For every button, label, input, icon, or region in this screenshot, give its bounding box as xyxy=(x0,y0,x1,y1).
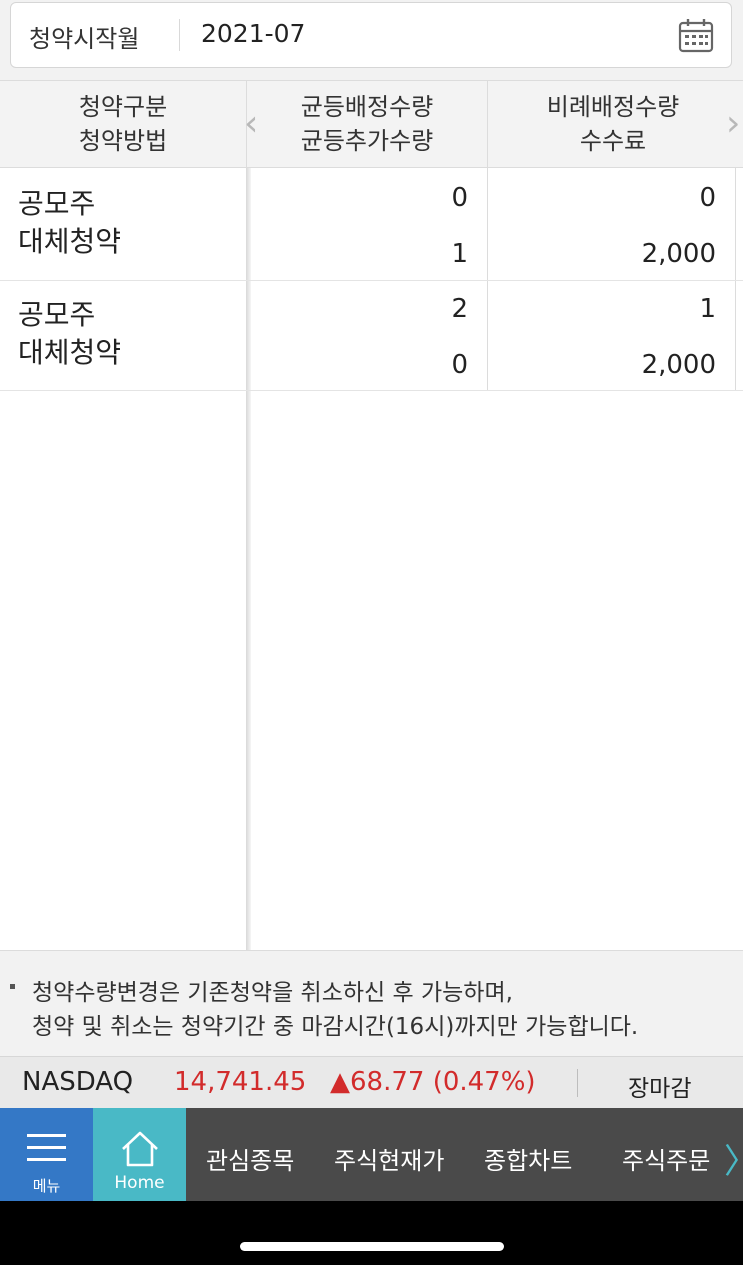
row-type: 공모주 xyxy=(18,298,96,331)
header-label: 청약구분 xyxy=(78,93,168,121)
nav-chart[interactable]: 종합차트 xyxy=(484,1141,572,1176)
divider xyxy=(179,19,180,51)
header-type-method: 청약구분 청약방법 xyxy=(0,81,246,167)
fee-value: 2,000 xyxy=(641,350,716,380)
frozen-column xyxy=(0,168,246,950)
market-status: 장마감 xyxy=(628,1076,692,1102)
equal-extra-value: 0 xyxy=(451,350,468,380)
header-label: 수수료 xyxy=(579,127,647,155)
menu-label: 메뉴 xyxy=(32,1177,61,1195)
month-selector[interactable]: 청약시작월 2021-07 xyxy=(10,2,732,68)
header-label: 균등배정수량 xyxy=(300,93,434,121)
row-divider xyxy=(0,280,743,281)
home-icon xyxy=(122,1131,158,1167)
table-header: 청약구분 청약방법 ‹ 균등배정수량 균등추가수량 비례배정수량 수수료 › xyxy=(0,80,743,168)
divider xyxy=(577,1069,578,1097)
header-prop-alloc: 비례배정수량 수수료 xyxy=(488,81,738,167)
equal-alloc-value: 0 xyxy=(451,183,468,213)
prop-alloc-value: 1 xyxy=(699,294,716,324)
hamburger-icon xyxy=(27,1134,66,1161)
month-value: 2021-07 xyxy=(201,19,306,48)
nav-current-price[interactable]: 주식현재가 xyxy=(334,1141,444,1176)
row-type: 공모주 xyxy=(18,187,96,220)
column-divider xyxy=(487,168,488,390)
index-change: ▲68.77 (0.47%) xyxy=(330,1067,536,1097)
month-label: 청약시작월 xyxy=(29,25,140,53)
filter-bar: 청약시작월 2021-07 xyxy=(0,0,743,80)
notice-line: 청약수량변경은 기존청약을 취소하신 후 가능하며, xyxy=(32,980,513,1006)
calendar-icon[interactable] xyxy=(677,17,715,55)
notice-line: 청약 및 취소는 청약기간 중 마감시간(16시)까지만 가능합니다. xyxy=(32,1014,639,1040)
column-divider xyxy=(735,168,736,390)
chevron-right-icon[interactable]: 〉 xyxy=(724,1134,743,1183)
frozen-column-shadow xyxy=(246,168,251,950)
header-equal-alloc: 균등배정수량 균등추가수량 xyxy=(248,81,486,167)
home-label: Home xyxy=(114,1173,165,1193)
header-label: 비례배정수량 xyxy=(546,93,680,121)
equal-extra-value: 1 xyxy=(451,239,468,269)
bullet-icon xyxy=(10,984,15,989)
notice-box: 청약수량변경은 기존청약을 취소하신 후 가능하며, 청약 및 취소는 청약기간… xyxy=(0,950,743,1056)
row-name: 공모주 대체청약 xyxy=(18,185,121,261)
chevron-right-icon[interactable]: › xyxy=(726,103,740,144)
menu-button[interactable]: 메뉴 xyxy=(0,1108,93,1201)
fee-value: 2,000 xyxy=(641,239,716,269)
system-bar xyxy=(0,1201,743,1265)
index-ticker[interactable]: NASDAQ 14,741.45 ▲68.77 (0.47%) 장마감 xyxy=(0,1056,743,1108)
prop-alloc-value: 0 xyxy=(699,183,716,213)
row-method: 대체청약 xyxy=(18,336,122,369)
row-divider xyxy=(0,390,743,391)
index-name: NASDAQ xyxy=(22,1067,134,1097)
row-method: 대체청약 xyxy=(18,225,122,258)
row-name: 공모주 대체청약 xyxy=(18,296,121,372)
equal-alloc-value: 2 xyxy=(451,294,468,324)
home-indicator[interactable] xyxy=(240,1242,504,1251)
header-label: 균등추가수량 xyxy=(300,127,434,155)
nav-order[interactable]: 주식주문 xyxy=(622,1141,710,1176)
index-price: 14,741.45 xyxy=(174,1067,307,1097)
home-button[interactable]: Home xyxy=(93,1108,186,1201)
nav-watchlist[interactable]: 관심종목 xyxy=(206,1141,294,1176)
header-label: 청약방법 xyxy=(78,127,168,155)
bottom-nav: 메뉴 Home 관심종목 주식현재가 종합차트 주식주문 〉 xyxy=(0,1108,743,1201)
